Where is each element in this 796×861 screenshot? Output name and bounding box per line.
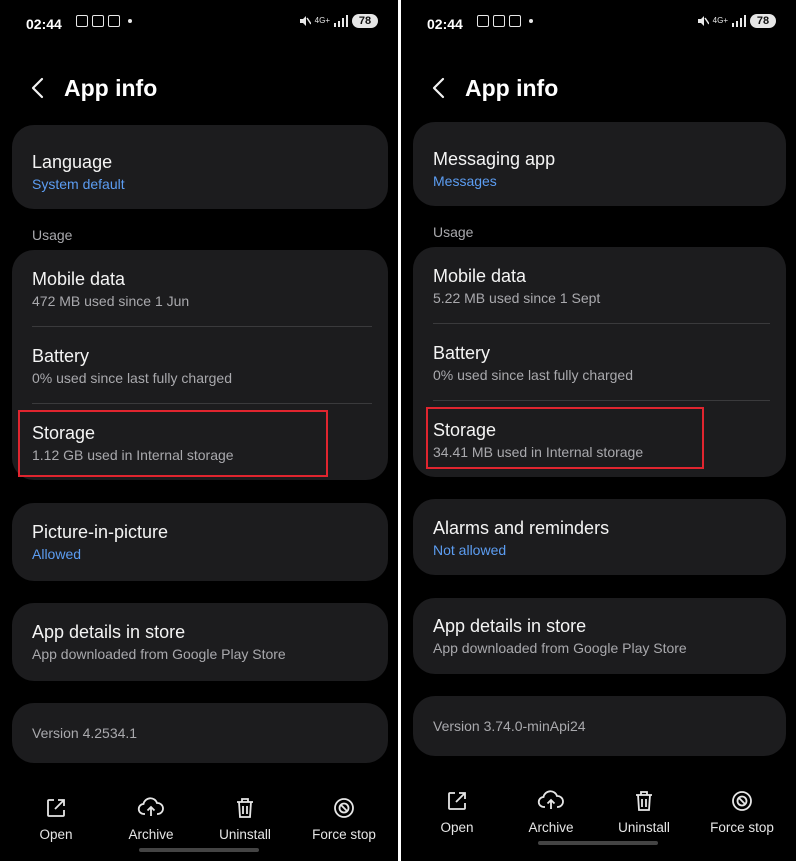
version-card: Version 4.2534.1 <box>12 703 388 763</box>
messaging-app-card[interactable]: Messaging app Messages <box>413 122 786 206</box>
mobile-data-item[interactable]: Mobile data 472 MB used since 1 Jun <box>32 268 372 310</box>
status-bar: 02:44 4G+ 78 <box>401 0 796 48</box>
chevron-left-icon <box>432 77 445 99</box>
bottom-action-bar: Open Archive Uninstall Force stop <box>401 788 796 848</box>
cloud-upload-icon <box>537 790 564 809</box>
screenshot-icon <box>76 15 88 27</box>
uninstall-button[interactable]: Uninstall <box>200 795 290 842</box>
archive-button[interactable]: Archive <box>106 795 196 842</box>
back-button[interactable] <box>26 77 48 99</box>
open-external-icon <box>47 799 65 817</box>
divider <box>433 323 770 324</box>
mail-icon <box>108 15 120 27</box>
home-indicator <box>538 841 658 845</box>
bottom-action-bar: Open Archive Uninstall Force stop <box>0 795 398 855</box>
mute-icon <box>299 16 311 26</box>
language-card[interactable]: Language System default <box>12 125 388 209</box>
uninstall-button[interactable]: Uninstall <box>599 788 689 835</box>
chevron-left-icon <box>31 77 44 99</box>
notification-icon <box>92 15 104 27</box>
mute-icon <box>697 16 709 26</box>
app-bar: App info <box>427 68 796 108</box>
open-button[interactable]: Open <box>11 795 101 842</box>
language-value: System default <box>32 176 125 192</box>
phone-screen-left: 02:44 4G+ 78 App info Language System de… <box>0 0 398 861</box>
mobile-data-item[interactable]: Mobile data 5.22 MB used since 1 Sept <box>433 265 770 307</box>
signal-icon <box>732 15 746 27</box>
notification-icon <box>477 15 489 27</box>
open-button[interactable]: Open <box>412 788 502 835</box>
more-notifications-icon <box>529 19 533 23</box>
trash-icon <box>636 791 652 811</box>
storage-highlight-box <box>426 407 704 469</box>
phone-screen-right: 02:44 4G+ 78 App info Messaging app Mess… <box>401 0 796 861</box>
version-text: Version 3.74.0-minApi24 <box>433 718 586 734</box>
battery-item[interactable]: Battery 0% used since last fully charged <box>32 345 372 387</box>
comparison-screenshot: 02:44 4G+ 78 App info Language System de… <box>0 0 796 861</box>
status-bar: 02:44 4G+ 78 <box>0 0 398 48</box>
open-external-icon <box>448 792 466 810</box>
version-card: Version 3.74.0-minApi24 <box>413 696 786 756</box>
block-icon <box>732 791 752 811</box>
network-type: 4G+ <box>712 16 728 25</box>
battery-item[interactable]: Battery 0% used since last fully charged <box>433 342 770 384</box>
usage-section-label: Usage <box>32 227 73 243</box>
force-stop-button[interactable]: Force stop <box>697 788 787 835</box>
more-notifications-icon <box>128 19 132 23</box>
alarms-reminders-card[interactable]: Alarms and reminders Not allowed <box>413 499 786 575</box>
status-time: 02:44 <box>26 16 62 32</box>
signal-icon <box>334 15 348 27</box>
network-type: 4G+ <box>314 16 330 25</box>
store-details-card[interactable]: App details in store App downloaded from… <box>413 598 786 674</box>
divider <box>32 326 372 327</box>
divider <box>32 403 372 404</box>
store-details-card[interactable]: App details in store App downloaded from… <box>12 603 388 681</box>
app-bar: App info <box>26 68 398 108</box>
home-indicator <box>139 848 259 852</box>
picture-in-picture-card[interactable]: Picture-in-picture Allowed <box>12 503 388 581</box>
battery-indicator: 78 <box>750 14 776 28</box>
battery-indicator: 78 <box>352 14 378 28</box>
mail-icon <box>509 15 521 27</box>
storage-highlight-box <box>18 410 328 477</box>
back-button[interactable] <box>427 77 449 99</box>
trash-icon <box>237 798 253 818</box>
version-text: Version 4.2534.1 <box>32 725 138 741</box>
block-icon <box>334 798 354 818</box>
force-stop-button[interactable]: Force stop <box>299 795 389 842</box>
usage-section-label: Usage <box>433 224 474 240</box>
page-title: App info <box>465 74 559 101</box>
divider <box>433 400 770 401</box>
status-time: 02:44 <box>427 16 463 32</box>
page-title: App info <box>64 74 158 101</box>
cloud-upload-icon <box>137 797 164 816</box>
screenshot-icon <box>493 15 505 27</box>
archive-button[interactable]: Archive <box>506 788 596 835</box>
language-title: Language <box>32 152 113 172</box>
